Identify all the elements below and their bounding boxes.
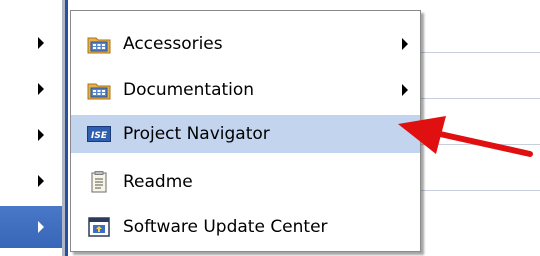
annotation-arrow-icon <box>398 116 533 157</box>
